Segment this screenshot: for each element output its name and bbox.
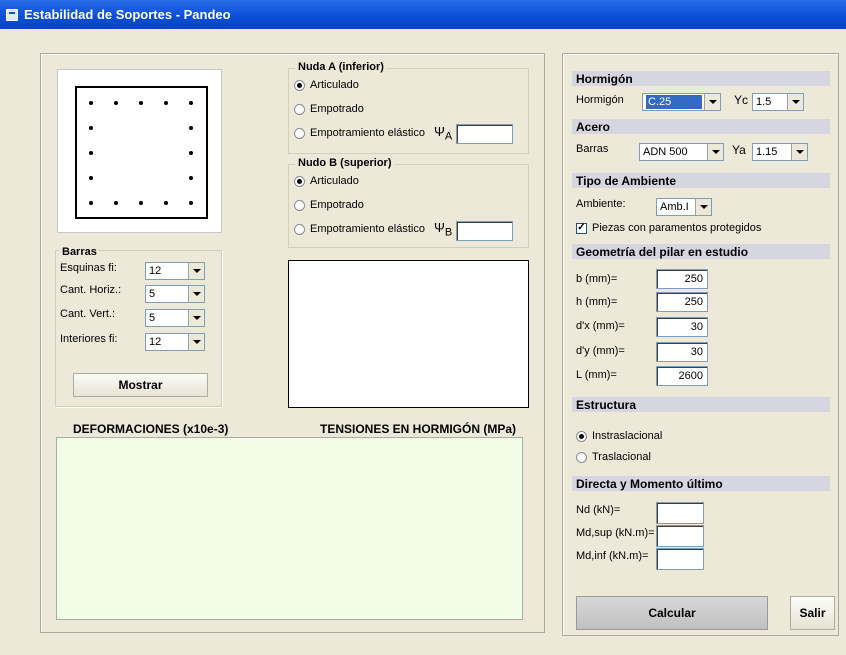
rebar-dot (189, 201, 193, 205)
calcular-button[interactable]: Calcular (576, 596, 768, 630)
horiz-label: Cant. Horiz.: (60, 284, 122, 296)
rebar-dot (89, 126, 93, 130)
results-box (288, 260, 529, 408)
ambiente-label: Ambiente: (576, 198, 626, 210)
rebar-dot (164, 101, 168, 105)
piezas-checkbox[interactable]: ✓ Piezas con paramentos protegidos (576, 219, 761, 237)
geometria-header: Geometría del pilar en estudio (572, 244, 830, 259)
rebar-dot (164, 201, 168, 205)
interiores-select[interactable]: 12 (145, 333, 205, 351)
hormigon-header: Hormigón (572, 71, 830, 86)
psi-b-label: ΨB (434, 220, 453, 239)
window-title: Estabilidad de Soportes - Pandeo (24, 7, 231, 22)
gamma-c-label: Yc (734, 93, 749, 107)
chevron-down-icon[interactable] (704, 94, 720, 110)
gamma-a-label: Ya (732, 143, 746, 157)
rebar-dot (114, 101, 118, 105)
gamma-a-select[interactable]: 1.15 (752, 143, 808, 161)
ambiente-select[interactable]: Amb.I (656, 198, 712, 216)
psi-b-input[interactable] (456, 221, 513, 241)
ambiente-header: Tipo de Ambiente (572, 173, 830, 188)
rebar-dot (89, 151, 93, 155)
nudo-b-elastico-radio[interactable]: Empotramiento elástico (294, 220, 425, 238)
chevron-down-icon[interactable] (791, 144, 807, 160)
deformaciones-label: DEFORMACIONES (x10e-3) (73, 422, 229, 436)
vert-label: Cant. Vert.: (60, 308, 116, 320)
rebar-dot (89, 201, 93, 205)
nudo-b-articulado-radio[interactable]: Articulado (294, 172, 359, 190)
chevron-down-icon[interactable] (188, 310, 204, 326)
psi-a-input[interactable] (456, 124, 513, 144)
nudo-a-articulado-radio[interactable]: Articulado (294, 76, 359, 94)
chevron-down-icon[interactable] (707, 144, 723, 160)
window-icon[interactable] (6, 8, 18, 21)
gamma-c-select[interactable]: 1.5 (752, 93, 804, 111)
rebar-dot (189, 101, 193, 105)
horiz-select[interactable]: 5 (145, 285, 205, 303)
title-bar[interactable]: Estabilidad de Soportes - Pandeo (0, 0, 846, 29)
chevron-down-icon[interactable] (188, 334, 204, 350)
chevron-down-icon[interactable] (188, 286, 204, 302)
nudo-a-title: Nuda A (inferior) (295, 61, 387, 73)
b-input[interactable]: 250 (656, 269, 708, 289)
nd-label: Nd (kN)= (576, 504, 621, 516)
L-label: L (mm)= (576, 369, 617, 381)
mdsup-input[interactable] (656, 525, 704, 547)
barras-acero-label: Barras (576, 143, 609, 155)
interiores-label: Interiores fi: (60, 333, 118, 345)
rebar-dot (189, 151, 193, 155)
chevron-down-icon[interactable] (695, 199, 711, 215)
mdinf-input[interactable] (656, 548, 704, 570)
mostrar-button[interactable]: Mostrar (73, 373, 208, 397)
h-label: h (mm)= (576, 296, 618, 308)
rebar-dot (89, 176, 93, 180)
h-input[interactable]: 250 (656, 292, 708, 312)
nudo-a-empotrado-radio[interactable]: Empotrado (294, 100, 364, 118)
barras-title: Barras (60, 246, 99, 258)
nudo-a-elastico-radio[interactable]: Empotramiento elástico (294, 124, 425, 142)
rebar-dot (89, 101, 93, 105)
dx-label: d'x (mm)= (576, 320, 625, 332)
rebar-dot (114, 201, 118, 205)
nd-input[interactable] (656, 502, 704, 524)
rebar-dot (139, 101, 143, 105)
vert-select[interactable]: 5 (145, 309, 205, 327)
mdsup-label: Md,sup (kN.m)= (576, 527, 655, 539)
acero-header: Acero (572, 119, 830, 134)
chevron-down-icon[interactable] (188, 263, 204, 279)
b-label: b (mm)= (576, 273, 618, 285)
psi-a-label: ΨA (434, 124, 453, 143)
salir-button[interactable]: Salir (790, 596, 835, 630)
nudo-b-title: Nudo B (superior) (295, 157, 395, 169)
mdinf-label: Md,inf (kN.m)= (576, 550, 649, 562)
directa-header: Directa y Momento último (572, 476, 830, 491)
rebar-dot (139, 201, 143, 205)
hormigon-label: Hormigón (576, 94, 624, 106)
rebar-dot (189, 126, 193, 130)
tensiones-label: TENSIONES EN HORMIGÓN (MPa) (320, 422, 517, 436)
esquinas-label: Esquinas fi: (60, 262, 117, 274)
dy-label: d'y (mm)= (576, 345, 625, 357)
graph-area (56, 437, 523, 620)
dx-input[interactable]: 30 (656, 317, 708, 337)
chevron-down-icon[interactable] (787, 94, 803, 110)
intraslacional-radio[interactable]: Instraslacional (576, 427, 662, 445)
hormigon-select[interactable]: C.25 (642, 93, 721, 111)
rebar-dot (189, 176, 193, 180)
traslacional-radio[interactable]: Traslacional (576, 448, 651, 466)
nudo-b-empotrado-radio[interactable]: Empotrado (294, 196, 364, 214)
acero-select[interactable]: ADN 500 (639, 143, 724, 161)
L-input[interactable]: 2600 (656, 366, 708, 386)
dy-input[interactable]: 30 (656, 342, 708, 362)
checkbox-checked-icon: ✓ (576, 222, 587, 234)
estructura-header: Estructura (572, 397, 830, 412)
esquinas-select[interactable]: 12 (145, 262, 205, 280)
